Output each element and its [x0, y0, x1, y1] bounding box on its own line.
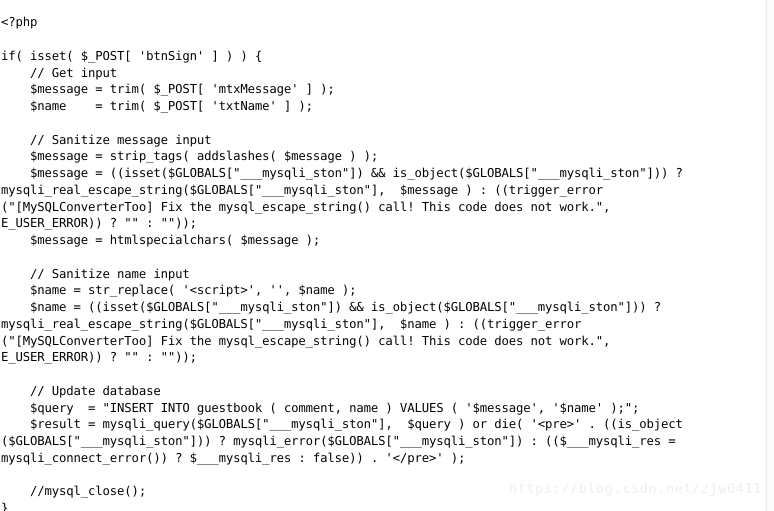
code-line: // Update database — [1, 383, 161, 398]
code-line: $name = ((isset($GLOBALS["___mysqli_ston… — [1, 300, 662, 315]
code-line: // Get input — [1, 65, 118, 80]
code-line: $message = trim( $_POST[ 'mtxMessage' ] … — [1, 82, 335, 97]
code-line: E_USER_ERROR)) ? "" : "")); — [1, 216, 197, 231]
code-line: if( isset( $_POST[ 'btnSign' ] ) ) { — [1, 48, 263, 63]
code-line: ($GLOBALS["___mysqli_ston"])) ? mysqli_e… — [1, 434, 676, 449]
code-line: $message = ((isset($GLOBALS["___mysqli_s… — [1, 166, 683, 181]
code-line: $result = mysqli_query($GLOBALS["___mysq… — [1, 417, 683, 432]
code-line: mysqli_real_escape_string($GLOBALS["___m… — [1, 182, 604, 197]
code-line: $message = htmlspecialchars( $message ); — [1, 233, 321, 248]
code-line: $query = "INSERT INTO guestbook ( commen… — [1, 400, 640, 415]
code-line: mysqli_real_escape_string($GLOBALS["___m… — [1, 316, 582, 331]
code-line: //mysql_close(); — [1, 484, 147, 499]
code-line: $message = strip_tags( addslashes( $mess… — [1, 149, 379, 164]
code-line: // Sanitize name input — [1, 266, 190, 281]
code-line: ("[MySQLConverterToo] Fix the mysql_esca… — [1, 199, 611, 214]
code-line: E_USER_ERROR)) ? "" : "")); — [1, 350, 197, 365]
code-line: $name = str_replace( '<script>', '', $na… — [1, 283, 357, 298]
code-line: } — [1, 501, 9, 511]
code-line: mysqli_connect_error()) ? $___mysqli_res… — [1, 450, 466, 465]
screenshot-root: <?php if( isset( $_POST[ 'btnSign' ] ) )… — [0, 0, 774, 511]
right-gutter — [767, 0, 774, 511]
code-line: $name = trim( $_POST[ 'txtName' ] ); — [1, 99, 313, 114]
php-code-listing[interactable]: <?php if( isset( $_POST[ 'btnSign' ] ) )… — [0, 12, 766, 511]
code-line: <?php — [1, 15, 38, 30]
code-line: ("[MySQLConverterToo] Fix the mysql_esca… — [1, 333, 611, 348]
right-edge-rule — [766, 0, 767, 511]
code-line: // Sanitize message input — [1, 132, 212, 147]
